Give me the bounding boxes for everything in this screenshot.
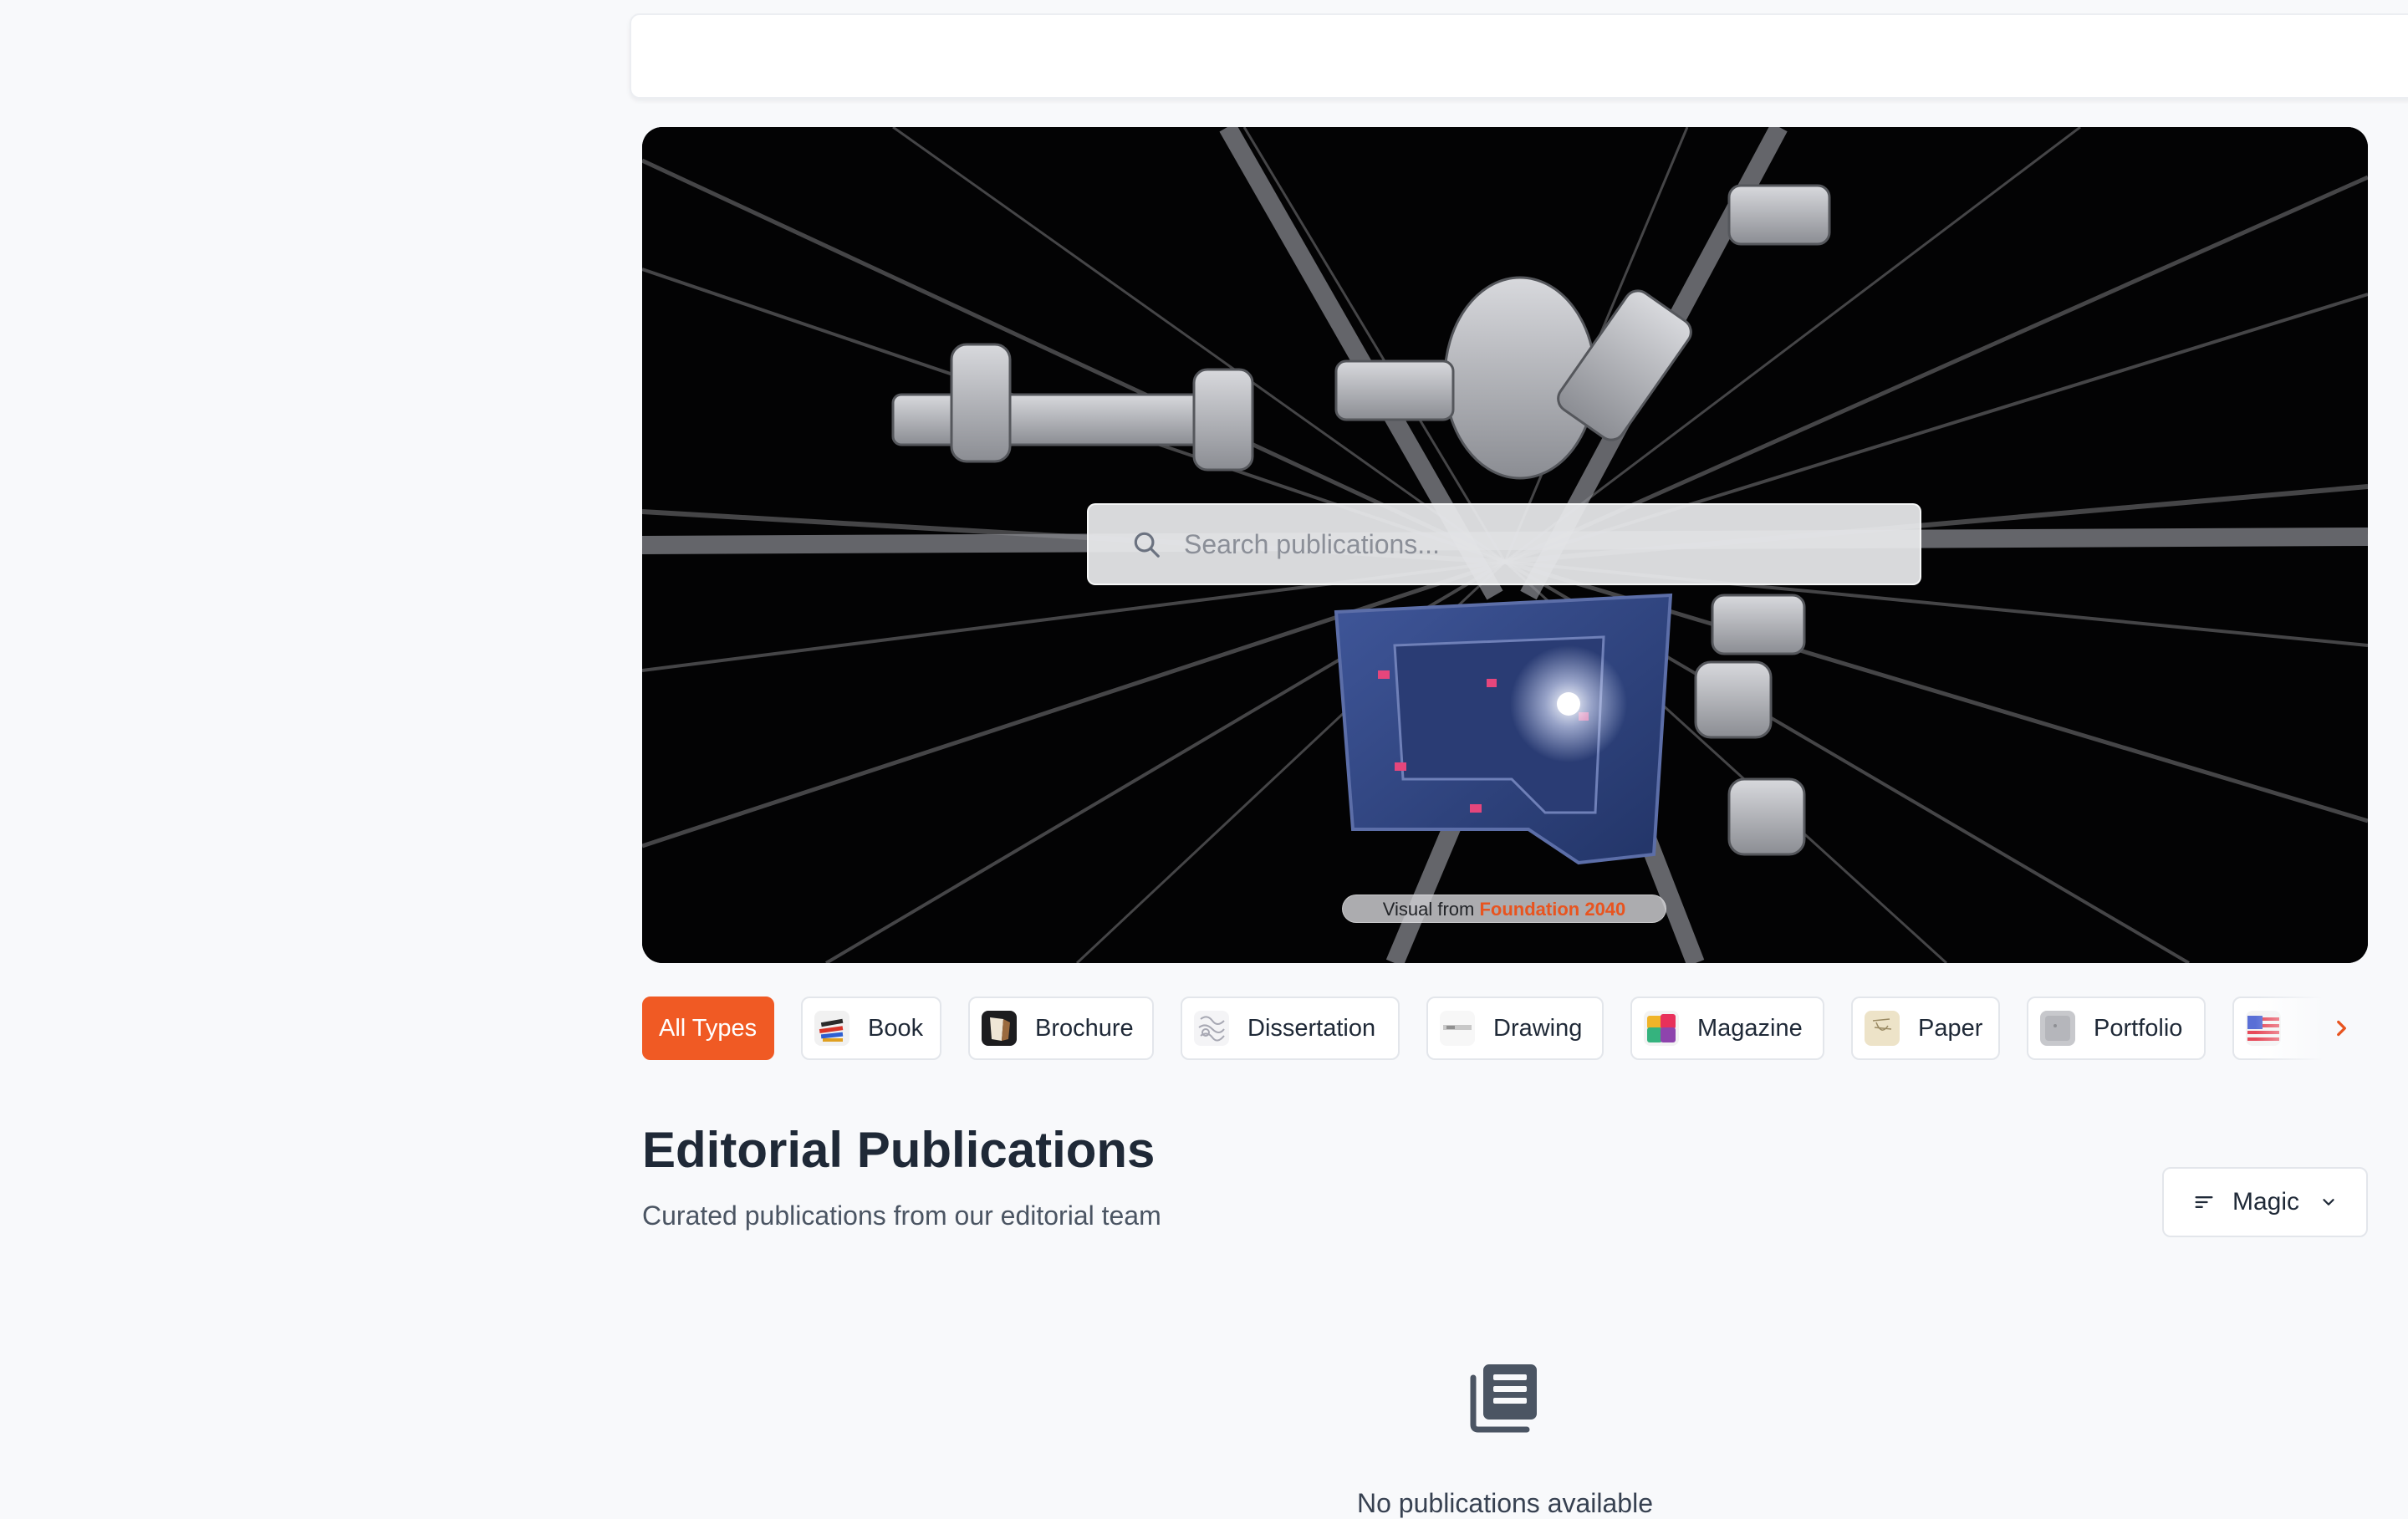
section-subtitle: Curated publications from our editorial … [642,1200,1161,1231]
type-filter-bar: All Types Book Brochure Dissertation Dra… [642,997,2368,1060]
portfolio-thumbnail [2040,1011,2075,1046]
chip-label: Book [868,1014,924,1042]
credit-prefix: Visual from [1382,899,1475,920]
chip-label: Drawing [1493,1014,1583,1042]
magazine-thumbnail [1644,1011,1679,1046]
drawing-thumbnail [1440,1011,1475,1046]
section-title: Editorial Publications [642,1122,1156,1178]
chip-label: Brochure [1035,1014,1134,1042]
top-bar [630,13,2408,99]
chip-book[interactable]: Book [801,997,941,1060]
credit-link[interactable]: Foundation 2040 [1479,899,1625,920]
search-bar[interactable] [1087,503,1921,585]
chip-label: Portfolio [2094,1014,2183,1042]
newspaper-stack-icon [1468,1359,1542,1433]
brochure-thumbnail [982,1011,1017,1046]
sort-lines-icon [2192,1190,2216,1214]
chevron-down-icon [2319,1193,2338,1211]
chip-label: Paper [1918,1014,1983,1042]
chip-brochure[interactable]: Brochure [968,997,1154,1060]
chip-dissertation[interactable]: Dissertation [1181,997,1400,1060]
chip-portfolio[interactable]: Portfolio [2027,997,2206,1060]
book-thumbnail [814,1011,849,1046]
chevron-right-icon[interactable] [2318,1005,2365,1052]
hero-banner: Visual from Foundation 2040 [642,127,2368,963]
search-input[interactable] [1182,518,1905,570]
image-credit: Visual from Foundation 2040 [1342,895,1666,923]
search-icon [1130,528,1162,560]
chip-paper[interactable]: Paper [1851,997,2000,1060]
chip-label: Dissertation [1247,1014,1376,1042]
empty-state-message: No publications available [1357,1488,1653,1518]
chip-all-types[interactable]: All Types [642,997,774,1060]
dissertation-thumbnail [1194,1011,1229,1046]
paper-thumbnail [1865,1011,1900,1046]
chip-label: Magazine [1697,1014,1803,1042]
chip-drawing[interactable]: Drawing [1426,997,1604,1060]
sort-label: Magic [2232,1188,2300,1216]
chip-magazine[interactable]: Magazine [1630,997,1824,1060]
sort-dropdown-button[interactable]: Magic [2162,1167,2368,1237]
chip-label: All Types [659,1014,758,1042]
